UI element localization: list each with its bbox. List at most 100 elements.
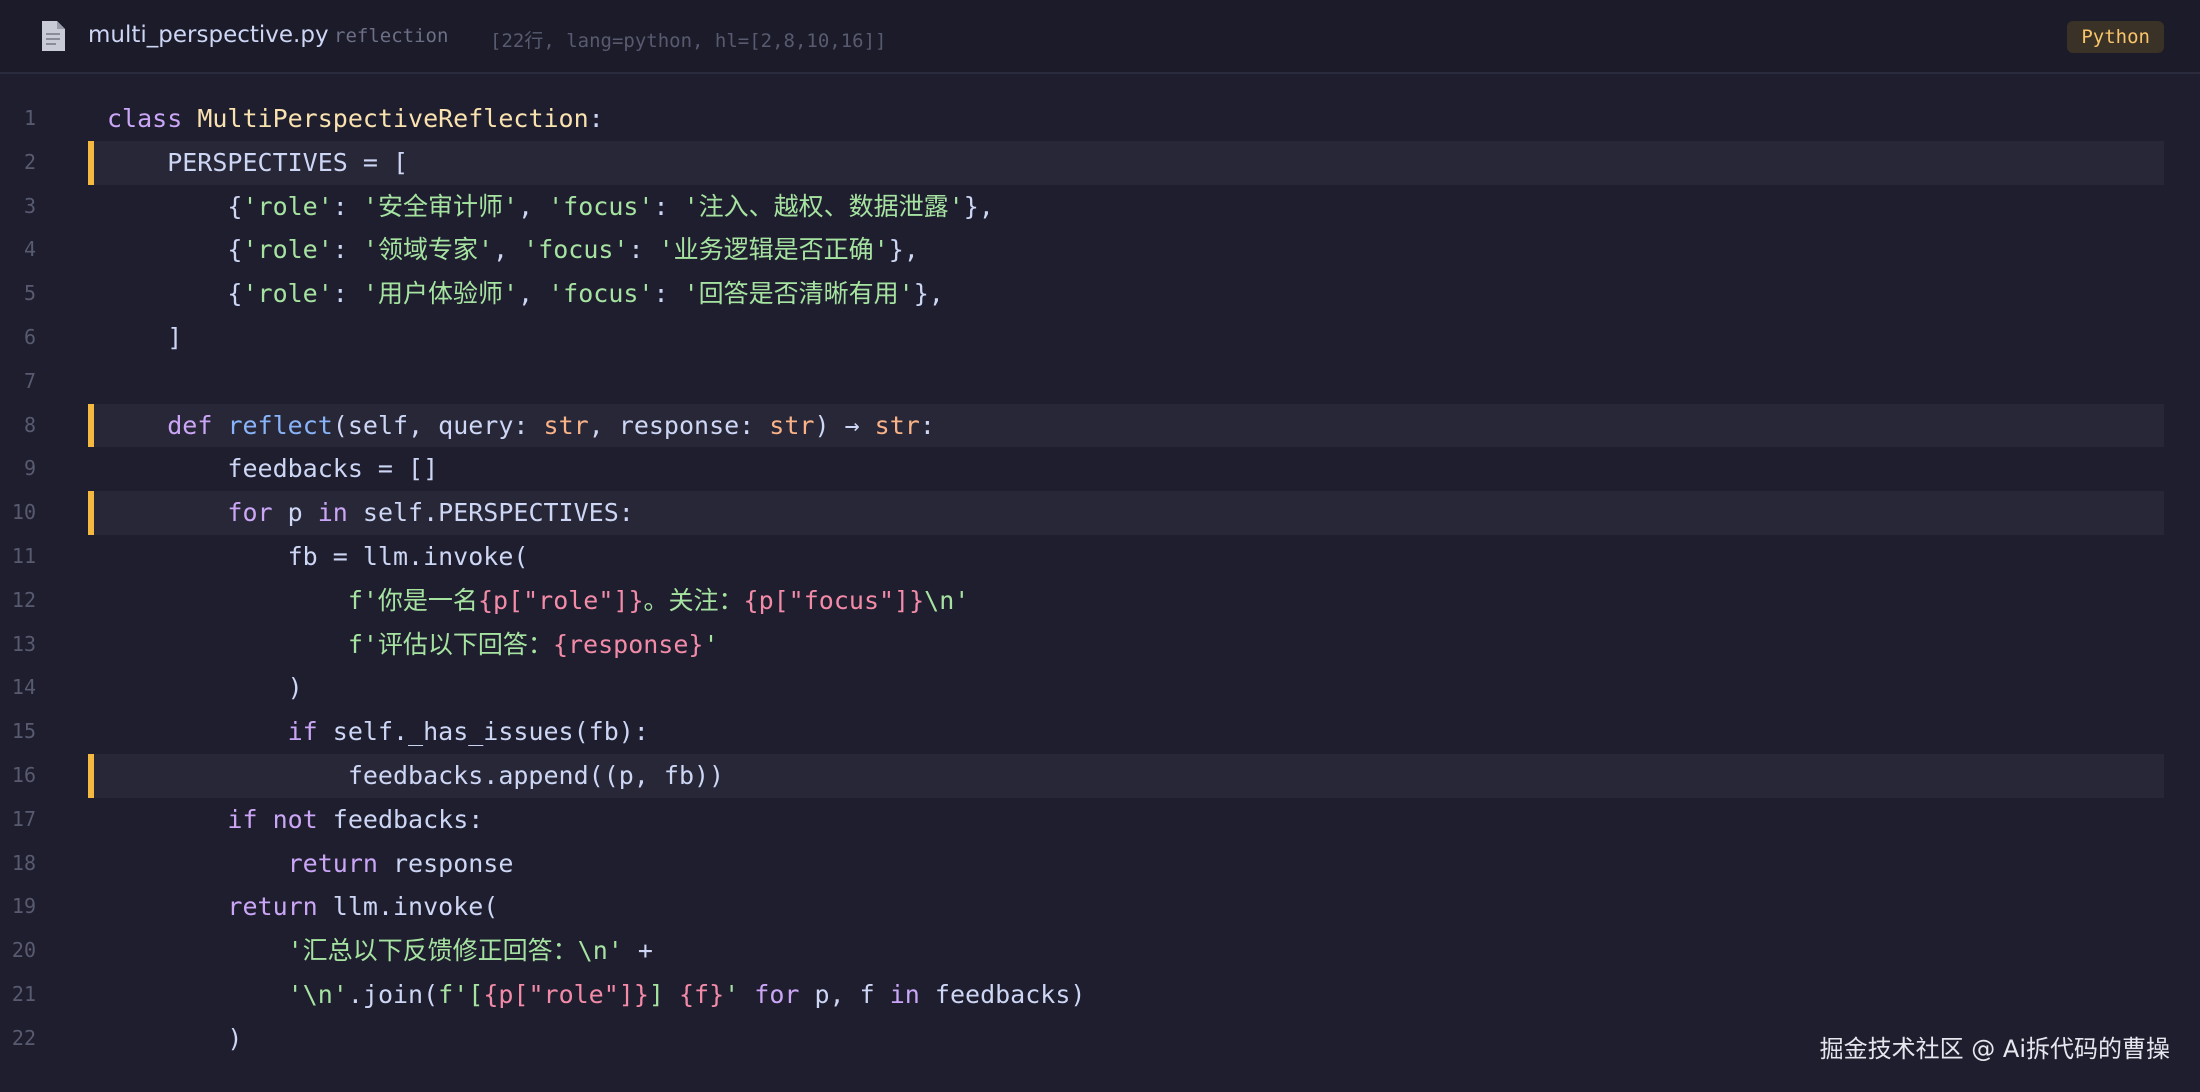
code-token: '回答是否清晰有用' [683, 279, 914, 309]
code-line: 15 if self._has_issues(fb): [0, 710, 2200, 754]
code-token: str [874, 410, 920, 440]
line-number: 21 [11, 981, 36, 1006]
file-tag: reflection [334, 25, 449, 47]
line-number: 12 [11, 587, 36, 612]
code-line: 12 f'你是一名{p["role"]}。关注：{p["focus"]}\n' [0, 579, 2200, 623]
line-number: 14 [11, 675, 36, 700]
line-number: 11 [11, 543, 36, 568]
code-line: 14 ) [0, 666, 2200, 710]
line-number: 2 [23, 149, 36, 174]
code-token: ' [703, 629, 719, 659]
code-token: 'role' [242, 191, 333, 221]
code-token: : [628, 235, 659, 265]
line-number: 16 [11, 762, 36, 787]
code-token: p [272, 498, 318, 528]
code-token: feedbacks) [919, 979, 1086, 1009]
code-token: '\n' [287, 979, 348, 1009]
code-token: llm.invoke( [317, 892, 499, 922]
line-code: ] [107, 316, 182, 360]
line-number: 6 [23, 324, 36, 349]
line-code: ) [107, 1017, 242, 1061]
language-badge: Python [2067, 21, 2164, 53]
line-number: 22 [11, 1025, 36, 1050]
code-token: fb = llm.invoke( [107, 541, 529, 571]
code-token: {p["role"]} [477, 585, 644, 615]
code-token: in [889, 979, 920, 1009]
code-token: in [317, 498, 348, 528]
line-code: {'role': '领域专家', 'focus': '业务逻辑是否正确'}, [107, 228, 918, 272]
code-token: : [588, 104, 604, 133]
code-token: f'[ [438, 979, 484, 1009]
line-number: 13 [11, 631, 36, 656]
code-line: 18 return response [0, 842, 2200, 886]
code-token: p, f [799, 979, 890, 1009]
code-token: { [107, 191, 243, 221]
code-token: PERSPECTIVES = [ [107, 147, 409, 177]
code-token: \n' [924, 585, 970, 615]
code-token: ' [724, 979, 740, 1009]
code-token: reflect [227, 410, 333, 440]
line-code: for p in self.PERSPECTIVES: [107, 491, 633, 535]
code-token: '汇总以下反馈修正回答：\n' [287, 936, 623, 966]
code-line: 21 '\n'.join(f'[{p["role"]}] {f}' for p,… [0, 973, 2200, 1017]
code-token: , response: [588, 410, 770, 440]
code-token: {p["role"]} [483, 979, 649, 1009]
code-token: .join( [347, 979, 439, 1009]
code-line: 7 [0, 360, 2200, 404]
code-token: ] [107, 322, 183, 352]
code-token: feedbacks = [] [107, 454, 439, 484]
line-code: class MultiPerspectiveReflection: [107, 97, 604, 141]
file-header: multi_perspective.py reflection [22行, la… [0, 0, 2200, 74]
code-token: return [287, 848, 378, 878]
code-token: feedbacks.append((p, fb)) [107, 760, 725, 790]
code-token: '安全审计师' [362, 191, 518, 221]
line-code: feedbacks.append((p, fb)) [107, 754, 724, 798]
code-token: 'focus' [548, 191, 654, 221]
code-token: {f} [679, 979, 725, 1009]
line-code: f'评估以下回答：{response}' [107, 623, 719, 667]
watermark: 掘金技术社区 @ Ai拆代码的曹操 [1819, 1035, 2170, 1063]
code-token: 'focus' [523, 235, 629, 265]
file-meta: [22行, lang=python, hl=[2,8,10,16]] [490, 30, 887, 52]
code-line: 6 ] [0, 316, 2200, 360]
line-code: f'你是一名{p["role"]}。关注：{p["focus"]}\n' [107, 579, 969, 623]
code-token: def [167, 410, 228, 440]
line-code: feedbacks = [] [107, 447, 438, 491]
code-token: : [332, 235, 363, 265]
code-line: 17 if not feedbacks: [0, 798, 2200, 842]
code-token: ) → [814, 410, 875, 440]
code-token: str [543, 410, 589, 440]
code-line: 2 PERSPECTIVES = [ [0, 140, 2200, 185]
code-line: 11 fb = llm.invoke( [0, 535, 2200, 579]
line-number: 7 [23, 368, 36, 393]
code-token: f'你是一名 [347, 585, 478, 615]
code-line: 8 def reflect(self, query: str, response… [0, 403, 2200, 448]
line-number: 18 [11, 850, 36, 875]
code-token: feedbacks: [317, 804, 484, 834]
code-token: (self, query: [332, 410, 544, 440]
line-code: PERSPECTIVES = [ [107, 141, 408, 185]
line-number: 10 [11, 500, 36, 525]
code-token: {p["focus"]} [743, 585, 925, 615]
line-number: 9 [23, 456, 36, 481]
code-line: 5 {'role': '用户体验师', 'focus': '回答是否清晰有用'}… [0, 272, 2200, 316]
line-code: {'role': '安全审计师', 'focus': '注入、越权、数据泄露'}… [107, 185, 993, 229]
code-token: for [754, 979, 800, 1009]
line-code: def reflect(self, query: str, response: … [107, 404, 935, 448]
code-token: '领域专家' [362, 235, 493, 265]
line-number: 19 [11, 894, 36, 919]
code-token: , [518, 279, 549, 309]
code-token: 。关注： [643, 585, 744, 615]
line-code: if self._has_issues(fb): [107, 710, 649, 754]
line-number: 15 [11, 719, 36, 744]
code-token: f'评估以下回答： [347, 629, 553, 659]
